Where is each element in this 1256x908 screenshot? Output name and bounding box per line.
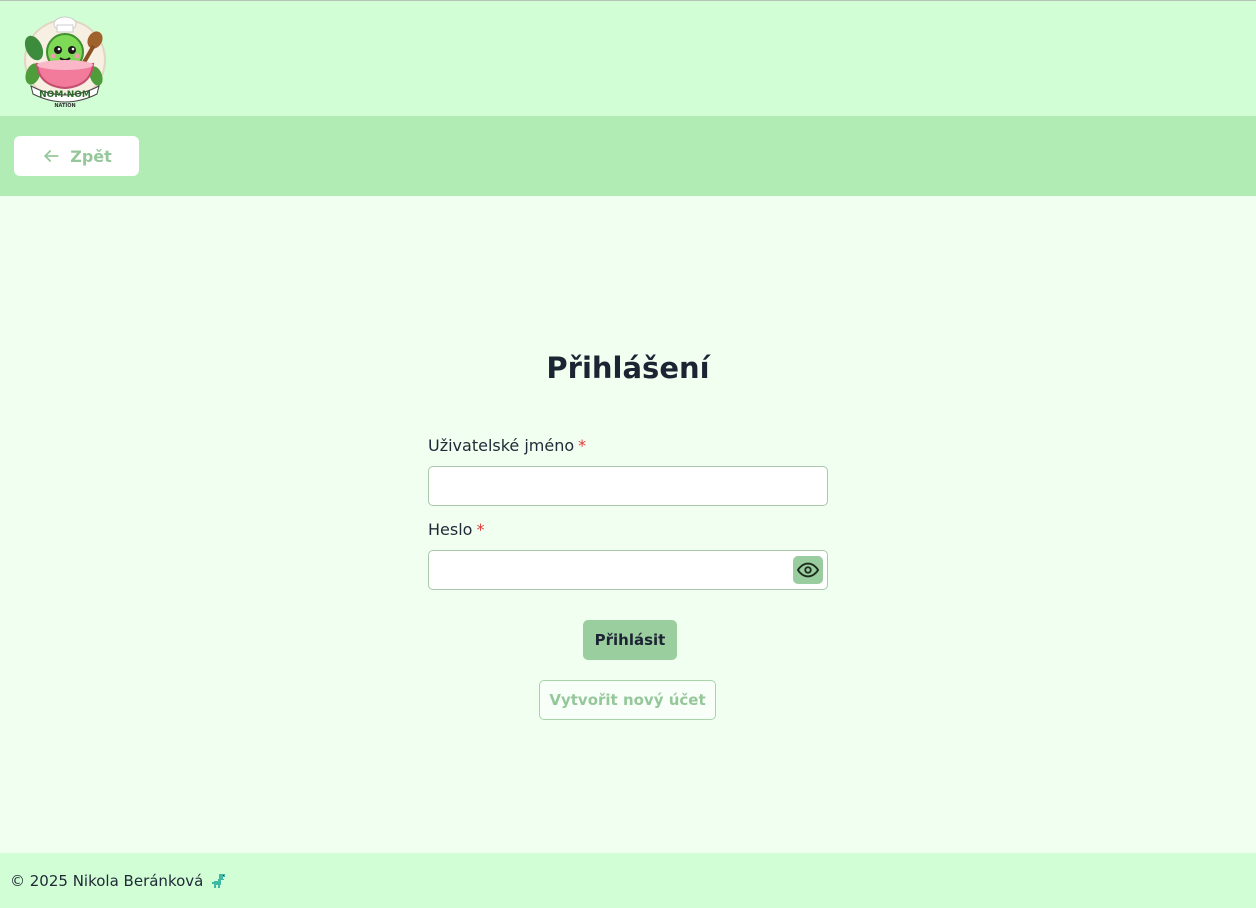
required-mark: * [476, 520, 485, 539]
eye-icon [797, 562, 819, 578]
username-input[interactable] [428, 466, 828, 506]
svg-text:NOM·NOM: NOM·NOM [39, 90, 91, 100]
create-account-button[interactable]: Vytvořit nový účet [539, 680, 716, 720]
username-label: Uživatelské jméno * [428, 436, 586, 455]
app-header: NOM·NOM NATION [0, 1, 1256, 116]
dinosaur-icon [212, 873, 226, 888]
page-footer: © 2025 Nikola Beránková [0, 853, 1256, 908]
arrow-left-icon [44, 150, 59, 162]
username-label-text: Uživatelské jméno [428, 436, 575, 455]
login-button[interactable]: Přihlásit [583, 620, 677, 660]
required-mark: * [578, 436, 587, 455]
svg-text:NATION: NATION [54, 103, 75, 109]
page-title: Přihlášení [546, 351, 710, 385]
password-input[interactable] [428, 550, 828, 590]
password-label: Heslo * [428, 520, 484, 539]
login-page: Přihlášení Uživatelské jméno * Heslo * Při… [0, 196, 1256, 853]
copyright-text: © 2025 Nikola Beránková [10, 871, 204, 890]
password-label-text: Heslo [428, 520, 473, 539]
toggle-password-visibility-button[interactable] [793, 556, 823, 584]
nom-nom-nation-logo[interactable]: NOM·NOM NATION [21, 14, 109, 110]
back-button[interactable]: Zpět [14, 136, 139, 176]
navigation-bar: Zpět [0, 116, 1256, 196]
back-button-label: Zpět [70, 146, 112, 166]
